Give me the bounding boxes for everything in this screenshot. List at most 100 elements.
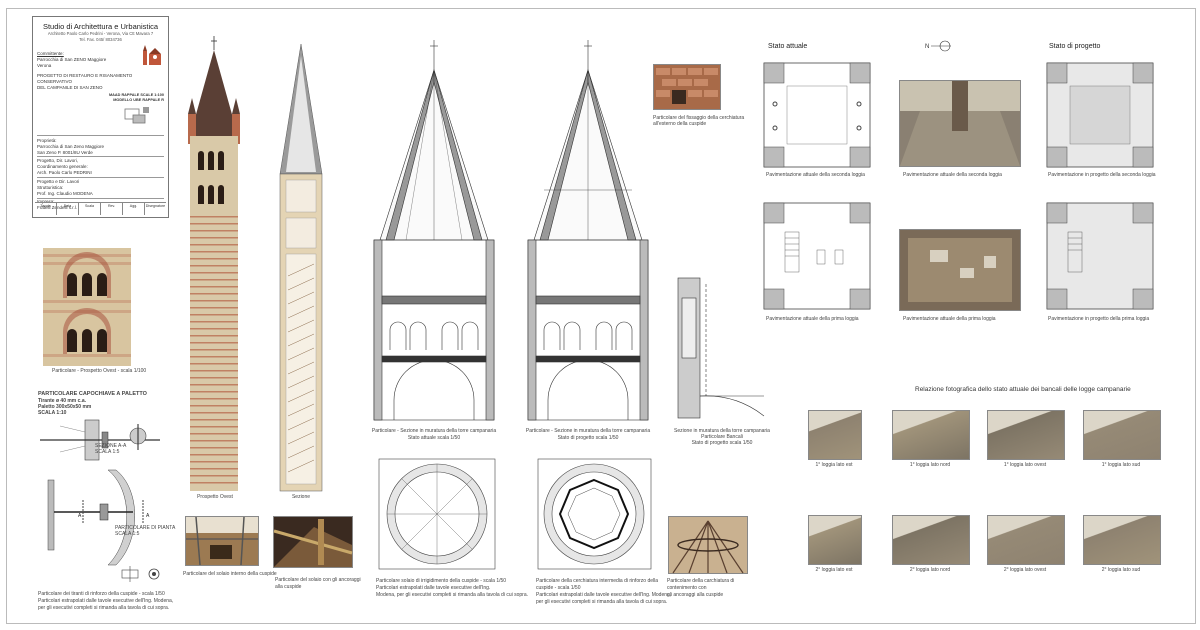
grid-cell: Disegnatore	[145, 204, 166, 208]
capochiave-section-drawing	[40, 419, 160, 461]
facade-detail-drawing	[43, 248, 131, 366]
tower-brick-course	[190, 244, 238, 246]
section-stato-progetto-drawing	[527, 40, 649, 421]
stato-attuale-heading: Stato attuale	[768, 43, 808, 50]
pavimentazione-seconda-photo	[899, 80, 1021, 167]
tiranti-caption-3: per gli esecutivi completi si rimanda al…	[38, 605, 170, 611]
plan-attuale-prima-drawing	[763, 202, 871, 310]
tower-brick-course	[190, 279, 238, 281]
cerchiatura-caption-4: per gli esecutivi completi si rimanda al…	[536, 599, 668, 605]
section-stato-attuale-drawing	[373, 40, 495, 421]
loggia-caption: 2° loggia lato ovest	[1003, 567, 1047, 573]
tiranti-caption-2: Particolari estrapolati dalle tavole ese…	[38, 598, 174, 604]
tower-section-drawing	[279, 43, 323, 492]
carchiatura-caption-3: gli ancoraggi alla cuspide	[667, 592, 724, 598]
plan-caption-3: Pavimentazione in progetto della seconda…	[1048, 172, 1156, 178]
tower-brick-course	[190, 363, 238, 365]
north-arrow-icon: N	[925, 40, 951, 52]
solaio-interno-photo	[185, 516, 259, 566]
plan-attuale-seconda-drawing	[763, 62, 871, 168]
structural-name: Prof. Ing. Claudio MODENA	[37, 191, 93, 197]
tower-brick-course	[190, 216, 238, 218]
loggia-photo	[987, 410, 1065, 460]
sezione-progetto-caption-1: Particolare - Sezione in muratura della …	[525, 428, 651, 434]
stato-progetto-heading: Stato di progetto	[1049, 43, 1101, 50]
plan-caption-1: Pavimentazione attuale della seconda log…	[766, 172, 865, 178]
sheet-subtitle: MODELLO UBE RAPPALE R	[113, 98, 164, 103]
sezione-attuale-caption-1: Particolare - Sezione in muratura della …	[371, 428, 497, 434]
tower-brick-course	[190, 300, 238, 302]
irrigidimento-caption-2: Particolari estrapolati dalle tavole ese…	[376, 585, 491, 591]
tower-brick-course	[190, 391, 238, 393]
capochiave-scale: SCALA 1:10	[38, 410, 67, 416]
sezione-progetto-caption-2: Stato di progetto scala 1/50	[557, 435, 619, 441]
tower-brick-course	[190, 223, 238, 225]
sezione-attuale-caption-2: Stato attuale scala 1/50	[407, 435, 461, 441]
tower-brick-course	[190, 314, 238, 316]
loggia-caption: 2° loggia lato nord	[909, 567, 951, 573]
tower-brick-course	[190, 335, 238, 337]
loggia-caption: 1° loggia lato sud	[1101, 462, 1141, 468]
tower-brick-course	[190, 342, 238, 344]
solaio-cuspide-caption-1: Particolare del solaio con gli ancoraggi	[275, 577, 361, 583]
tiranti-detail-drawing: A A	[47, 469, 150, 566]
tower-brick-course	[190, 482, 238, 484]
tower-brick-course	[190, 307, 238, 309]
cerchiatura-caption-1: Particolare della cerchiatura intermedia…	[536, 578, 659, 584]
tower-brick-course	[190, 293, 238, 295]
client-city: Verona	[37, 63, 52, 69]
plan-caption-5: Pavimentazione attuale della prima loggi…	[903, 316, 996, 322]
tower-brick-course	[190, 265, 238, 267]
bancali-detail-drawing	[677, 277, 765, 419]
tower-brick-course	[190, 258, 238, 260]
address-line: Architetto Paolo Carlo Pedrini - Verona,…	[47, 31, 154, 36]
loggia-photo	[1083, 515, 1161, 565]
tower-brick-course	[190, 405, 238, 407]
plan-caption-2: Pavimentazione attuale della seconda log…	[903, 172, 1002, 178]
phone-line: Tel. Fax. 045/ 8034736	[79, 36, 122, 42]
tower-brick-course	[190, 433, 238, 435]
bancali-caption-3: Stato di progetto scala 1/50	[691, 440, 753, 446]
tower-brick-course	[190, 349, 238, 351]
sezione-label: Sezione	[291, 494, 311, 500]
carchiatura-photo	[668, 516, 748, 574]
tower-brick-course	[190, 377, 238, 379]
tower-brick-course	[190, 454, 238, 456]
loggia-photo	[892, 410, 970, 460]
tower-brick-course	[190, 461, 238, 463]
loggia-caption: 1° loggia lato est	[815, 462, 853, 468]
plan-caption-6: Pavimentazione in progetto della prima l…	[1048, 316, 1150, 322]
plan-progetto-prima-drawing	[1046, 202, 1154, 310]
north-label: N	[925, 44, 929, 50]
carchiatura-caption-2: contenimento con	[667, 585, 707, 591]
carchiatura-caption-1: Particolare della carchiatura di	[667, 578, 735, 584]
tower-brick-course	[190, 272, 238, 274]
tower-brick-course	[190, 468, 238, 470]
tower-brick-course	[190, 419, 238, 421]
tower-brick-course	[190, 328, 238, 330]
tower-brick-course	[190, 384, 238, 386]
loggia-photo	[808, 410, 862, 460]
tower-brick-course	[190, 230, 238, 232]
tower-brick-course	[190, 251, 238, 253]
tower-brick-course	[190, 286, 238, 288]
grid-cell: Tavola	[35, 203, 57, 215]
solaio-cuspide-photo	[273, 516, 353, 568]
fissaggio-caption-2: all'esterno della cuspide	[653, 121, 707, 127]
title-block-grid: Tavola Data Scala Rev. Agg. Disegnatore	[35, 202, 166, 215]
tower-brick-course	[190, 356, 238, 358]
loggia-caption: 2° loggia lato est	[815, 567, 853, 573]
fissaggio-photo	[653, 64, 721, 110]
svg-text:A: A	[146, 513, 150, 519]
svg-text:A: A	[78, 513, 82, 519]
grid-cell: Data	[57, 203, 79, 215]
solaio-cuspide-caption-2: alla cuspide	[275, 584, 302, 590]
tower-brick-course	[190, 412, 238, 414]
tower-brick-course	[190, 447, 238, 449]
relazione-heading: Relazione fotografica dello stato attual…	[915, 386, 1131, 393]
tower-brick-course	[190, 426, 238, 428]
project-title: PROGETTO DI RESTAURO E RISANAMENTO CONSE…	[37, 73, 133, 85]
prospetto-ovest-label: Prospetto Ovest	[197, 494, 233, 500]
anchor-plan-icon	[121, 566, 160, 582]
loggia-caption: 2° loggia lato sud	[1101, 567, 1141, 573]
